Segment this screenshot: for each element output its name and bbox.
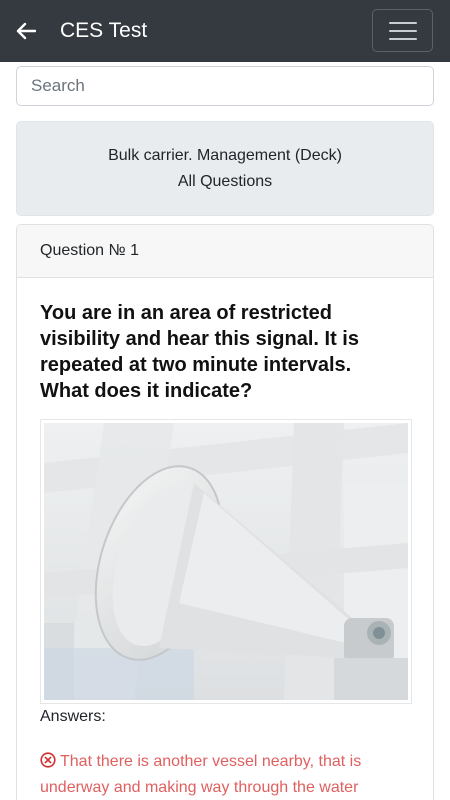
app-bar: CES Test [0, 0, 450, 62]
search-input[interactable] [16, 66, 434, 106]
test-scope: All Questions [177, 172, 273, 190]
ship-horn-illustration [44, 423, 408, 700]
answers-label: Answers: [40, 708, 106, 725]
back-button[interactable] [12, 17, 40, 45]
menu-toggle-button[interactable] [372, 9, 433, 52]
test-info-card: Bulk carrier. Management (Deck) All Ques… [16, 121, 434, 216]
question-text: You are in an area of restricted visibil… [40, 302, 359, 402]
ship-horn-photo [41, 420, 411, 703]
hamburger-menu-icon [388, 21, 417, 24]
answer-option-1[interactable]: That there is another vessel nearby, tha… [40, 749, 410, 800]
question-card: Question № 1 You are in an area of restr… [16, 224, 434, 800]
arrow-left-icon [16, 22, 36, 40]
app-title: CES Test [60, 19, 148, 42]
answer-text: That there is another vessel nearby, tha… [40, 753, 362, 796]
x-circle-icon [40, 752, 56, 768]
question-header: Question № 1 [17, 225, 433, 278]
test-category: Bulk carrier. Management (Deck) [108, 146, 342, 164]
